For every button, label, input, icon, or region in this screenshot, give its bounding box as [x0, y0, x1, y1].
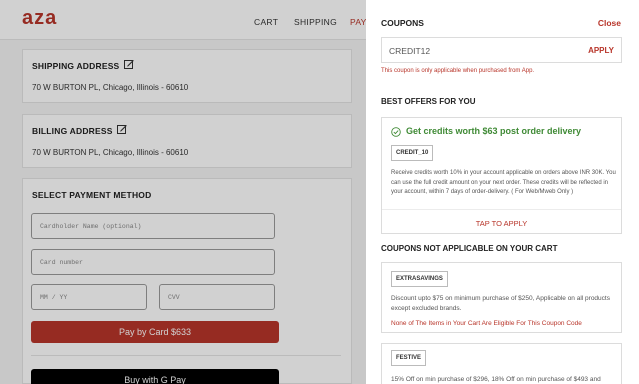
offer-divider: [382, 209, 621, 210]
coupon-input-box: APPLY: [381, 37, 622, 63]
not-applicable-coupon-card: FESTIVE 15% Off on min purchase of $296,…: [381, 343, 622, 384]
check-circle-icon: [391, 127, 401, 137]
coupon-description: Discount upto $75 on minimum purchase of…: [391, 295, 610, 312]
coupon-code-chip: FESTIVE: [391, 350, 427, 366]
not-applicable-coupon-card: EXTRASAVINGS Discount upto $75 on minimu…: [381, 262, 622, 333]
offer-headline: Get credits worth $63 post order deliver…: [406, 126, 582, 136]
best-offer-card[interactable]: Get credits worth $63 post order deliver…: [381, 117, 622, 234]
coupon-description: 15% Off on min purchase of $296, 18% Off…: [391, 376, 601, 383]
tap-to-apply-button[interactable]: TAP TO APPLY: [382, 219, 621, 228]
backdrop-overlay[interactable]: [0, 0, 366, 384]
coupon-ineligible-reason: None of The Items in Your Cart Are Eligi…: [391, 320, 582, 327]
coupons-drawer: COUPONS Close APPLY This coupon is only …: [366, 0, 639, 384]
coupons-title: COUPONS: [381, 18, 424, 28]
coupon-error-message: This coupon is only applicable when purc…: [381, 68, 535, 74]
best-offers-title: BEST OFFERS FOR YOU: [381, 97, 476, 106]
not-applicable-title: COUPONS NOT APPLICABLE ON YOUR CART: [381, 244, 558, 253]
close-button[interactable]: Close: [598, 18, 621, 28]
coupon-code-input[interactable]: [389, 46, 539, 56]
offer-code-chip: CREDIT_10: [391, 145, 434, 161]
apply-button[interactable]: APPLY: [588, 46, 614, 55]
coupon-code-chip: EXTRASAVINGS: [391, 271, 448, 287]
offer-description: Receive credits worth 10% in your accoun…: [391, 170, 616, 195]
